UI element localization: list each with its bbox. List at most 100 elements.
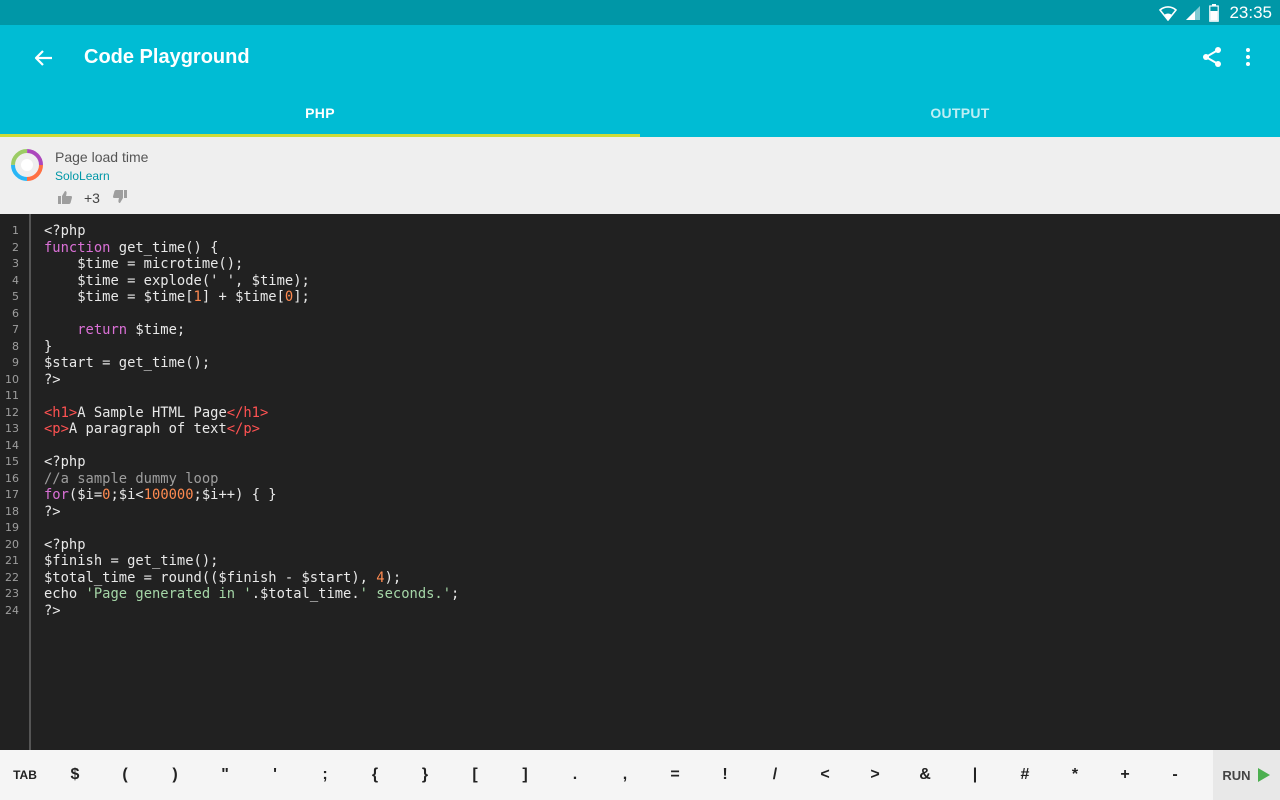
symbol-key[interactable]: {: [353, 750, 397, 800]
code-token: function: [44, 239, 111, 256]
line-number: 2: [12, 240, 19, 254]
line-number: 12: [5, 405, 19, 419]
code-token: A paragraph of text: [68, 421, 227, 437]
code-text[interactable]: function get_time() {: [44, 240, 218, 257]
code-token: $time = microtime();: [44, 256, 244, 272]
code-text[interactable]: <?php: [44, 537, 86, 554]
code-token: ];: [293, 289, 310, 305]
status-bar: 23:35: [0, 0, 1280, 25]
code-text[interactable]: return $time;: [44, 322, 185, 339]
code-token: for: [44, 487, 69, 503]
line-number: 1: [12, 224, 19, 237]
symbol-key[interactable]: ;: [303, 750, 347, 800]
code-token: ?>: [44, 602, 61, 619]
line-number: 20: [5, 537, 19, 551]
battery-icon: [1209, 3, 1220, 22]
code-text[interactable]: <p>A paragraph of text</p>: [44, 421, 260, 438]
code-text[interactable]: $total_time = round(($finish - $start), …: [44, 570, 401, 587]
code-text[interactable]: }: [44, 339, 52, 356]
code-token: $time = $time[: [44, 289, 194, 305]
line-number: 15: [5, 455, 19, 468]
symbol-key[interactable]: >: [853, 750, 897, 800]
signal-icon: [1186, 5, 1201, 20]
code-token: A Sample HTML Page: [77, 404, 227, 421]
more-options-button[interactable]: [1236, 45, 1260, 69]
code-token: 'Page generated in ': [85, 586, 252, 602]
code-text[interactable]: $time = $time[1] + $time[0];: [44, 289, 310, 306]
code-text[interactable]: $finish = get_time();: [44, 553, 218, 570]
symbol-key[interactable]: =: [653, 750, 697, 800]
key-tab[interactable]: TAB: [3, 750, 47, 800]
line-number: 13: [5, 422, 19, 435]
symbol-key[interactable]: $: [53, 750, 97, 800]
run-label: RUN: [1222, 767, 1251, 783]
code-text[interactable]: <h1>A Sample HTML Page</h1>: [44, 405, 268, 422]
run-button[interactable]: RUN: [1213, 750, 1280, 800]
code-text[interactable]: ?>: [44, 372, 61, 389]
symbol-key[interactable]: #: [1003, 750, 1047, 800]
code-text[interactable]: ?>: [44, 603, 61, 620]
tab-output[interactable]: OUTPUT: [640, 89, 1280, 137]
code-token: ?>: [44, 503, 61, 520]
symbol-key[interactable]: /: [753, 750, 797, 800]
line-number: 4: [12, 273, 19, 287]
more-vert-icon: [1246, 48, 1250, 66]
symbol-key[interactable]: }: [403, 750, 447, 800]
symbol-key[interactable]: [: [453, 750, 497, 800]
code-text[interactable]: $start = get_time();: [44, 355, 210, 372]
code-text[interactable]: <?php: [44, 223, 86, 240]
author-link[interactable]: SoloLearn: [55, 169, 110, 183]
code-token: $start = get_time();: [44, 355, 211, 371]
symbol-key[interactable]: -: [1153, 750, 1197, 800]
code-token: 1: [193, 289, 202, 305]
code-text[interactable]: for($i=0;$i<100000;$i++) { }: [44, 487, 277, 504]
symbol-key[interactable]: ": [203, 750, 247, 800]
symbol-key[interactable]: ,: [603, 750, 647, 800]
line-number: 21: [5, 554, 19, 567]
code-editor[interactable]: 1 <?php 2 function get_time() {3 $time = mi…: [0, 214, 1280, 750]
symbol-key[interactable]: *: [1053, 750, 1097, 800]
tab-bar: PHP OUTPUT: [0, 89, 1280, 137]
code-text[interactable]: ?>: [44, 504, 61, 521]
thumb-up-icon[interactable]: [57, 189, 73, 205]
symbol-key[interactable]: ]: [503, 750, 547, 800]
line-number: 6: [12, 306, 19, 320]
share-icon: [1203, 47, 1221, 67]
symbol-key[interactable]: !: [703, 750, 747, 800]
code-text[interactable]: echo 'Page generated in '.$total_time.' …: [44, 586, 459, 603]
symbol-key[interactable]: |: [953, 750, 997, 800]
code-token: ($i=: [68, 487, 103, 503]
line-number: 5: [12, 290, 19, 303]
back-button[interactable]: [30, 44, 58, 72]
thumb-down-icon[interactable]: [112, 189, 128, 205]
symbol-key[interactable]: +: [1103, 750, 1147, 800]
symbol-key[interactable]: .: [553, 750, 597, 800]
code-token: 4: [376, 569, 385, 586]
code-token: return: [77, 322, 128, 338]
code-token: $time = explode(' ', $time);: [44, 272, 310, 289]
code-token: <?php: [44, 454, 86, 470]
symbol-key[interactable]: &: [903, 750, 947, 800]
share-button[interactable]: [1200, 45, 1224, 69]
code-token: $time;: [127, 322, 186, 338]
line-number: 19: [5, 521, 19, 534]
code-token: get_time() {: [110, 239, 219, 256]
code-text[interactable]: $time = microtime();: [44, 256, 243, 273]
code-text[interactable]: //a sample dummy loop: [44, 471, 218, 488]
tab-php[interactable]: PHP: [0, 89, 640, 137]
code-token: }: [44, 338, 53, 355]
code-text[interactable]: $time = explode(' ', $time);: [44, 273, 310, 290]
play-icon: [1257, 768, 1270, 782]
code-token: echo: [44, 586, 86, 602]
symbol-key[interactable]: <: [803, 750, 847, 800]
code-token: $finish = get_time();: [44, 553, 219, 569]
line-number: 7: [12, 323, 19, 336]
symbol-key[interactable]: ): [153, 750, 197, 800]
line-number: 11: [5, 389, 19, 402]
line-number: 8: [12, 339, 19, 353]
symbol-key[interactable]: ': [253, 750, 297, 800]
code-text[interactable]: <?php: [44, 454, 86, 471]
symbol-key[interactable]: (: [103, 750, 147, 800]
status-icons: 23:35: [1159, 0, 1280, 25]
